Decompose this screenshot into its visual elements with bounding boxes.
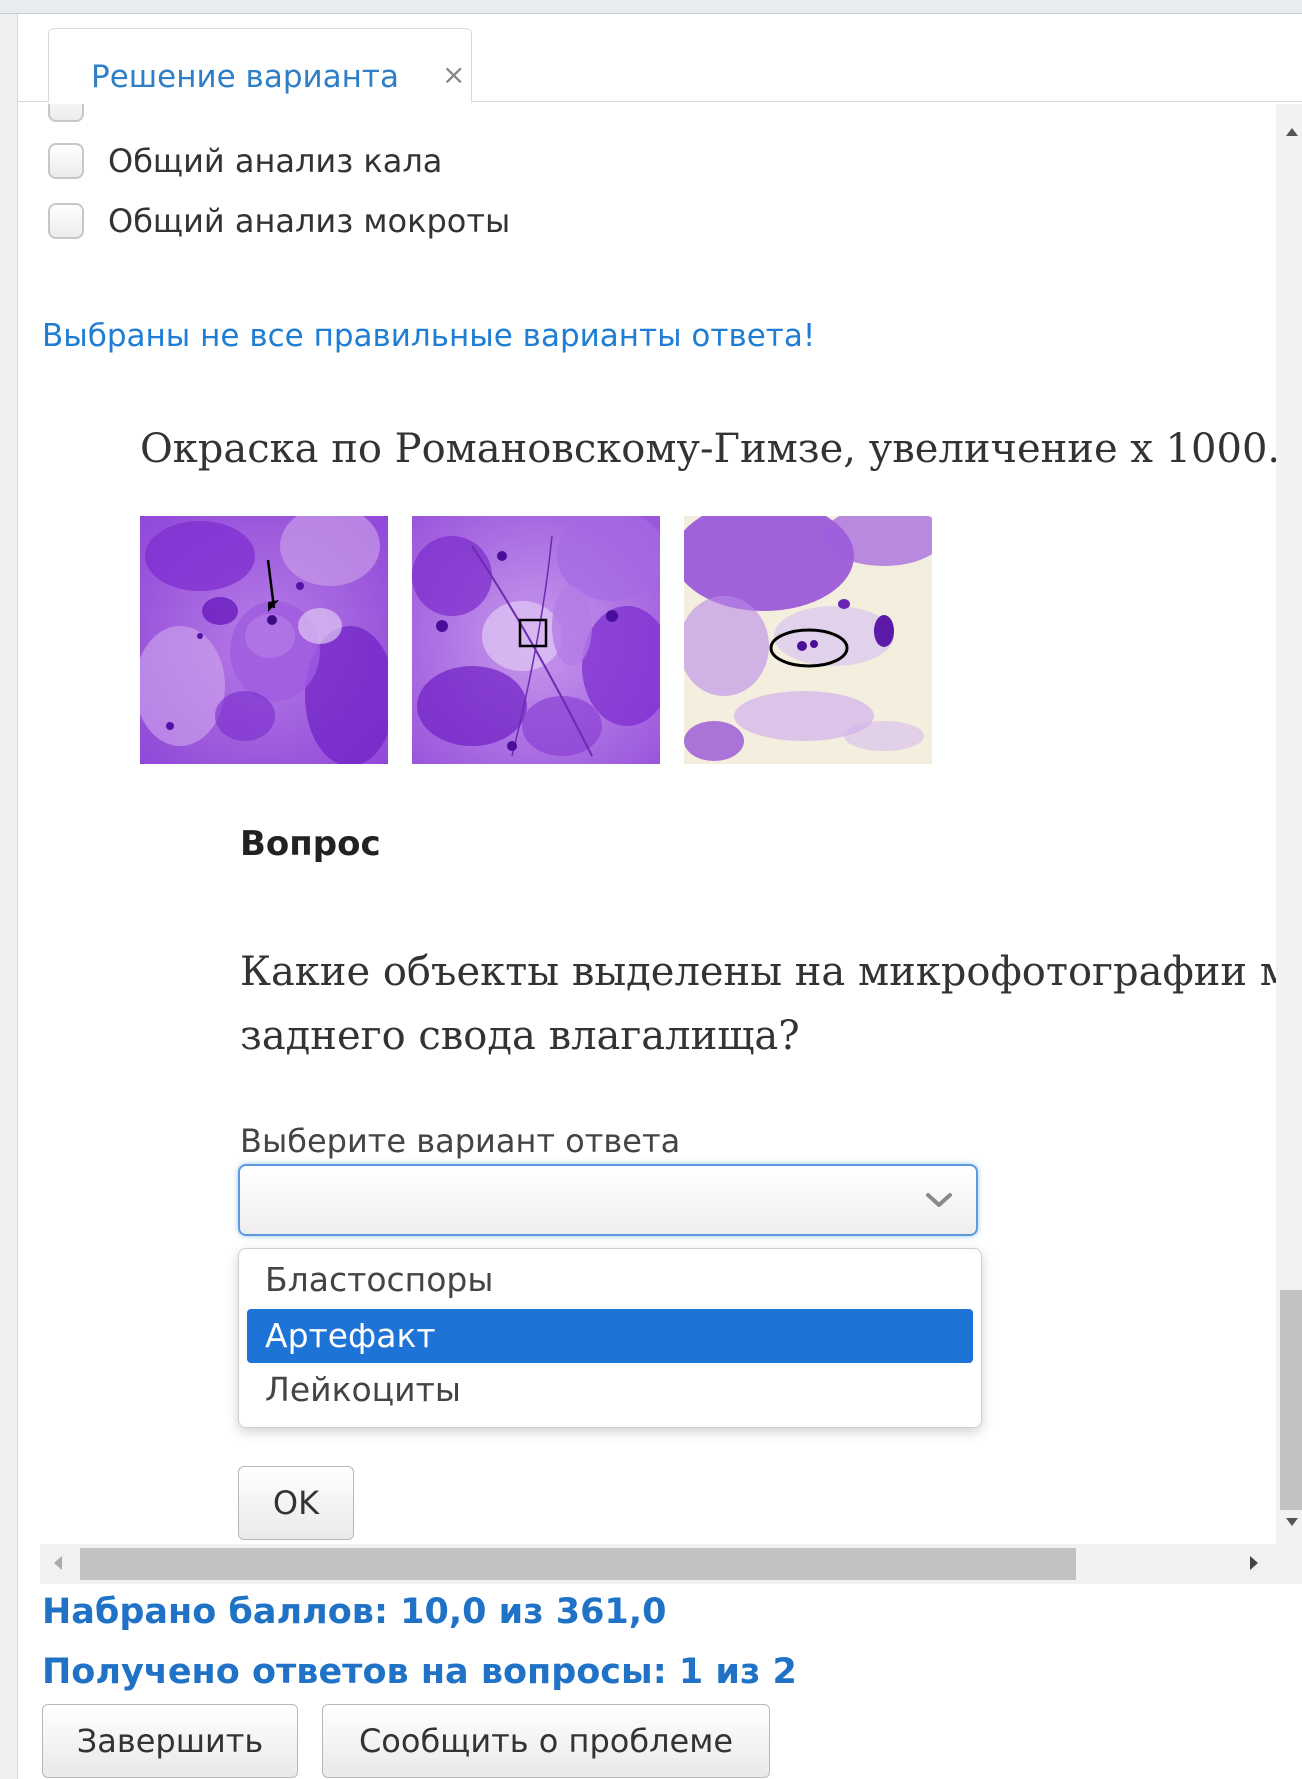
checkbox[interactable] [48,143,84,179]
vertical-scrollbar-thumb[interactable] [1280,1290,1302,1510]
scroll-right-icon[interactable] [1250,1556,1258,1570]
micrograph-image [140,516,388,764]
micrograph-image [684,516,932,764]
checkbox-row-hidden[interactable] [48,104,84,122]
report-problem-button[interactable]: Сообщить о проблеме [322,1704,770,1778]
micrograph-image [412,516,660,764]
warning-message: Выбраны не все правильные варианты ответ… [42,318,816,354]
question-heading: Вопрос [240,824,381,864]
window-top-strip [0,0,1302,14]
checkbox-label: Общий анализ кала [108,142,443,180]
question-text-line: заднего свода влагалища? [240,1013,800,1059]
select-dropdown: Бластоспоры Артефакт Лейкоциты [238,1248,982,1428]
tab-bar: Решение варианта × [18,14,1302,103]
micrograph-3 [684,516,932,764]
window-left-edge [0,14,18,1779]
horizontal-scrollbar-thumb[interactable] [80,1548,1076,1580]
dropdown-option-blastospores[interactable]: Бластоспоры [247,1253,973,1307]
checkbox-row-stool[interactable]: Общий анализ кала [48,142,442,180]
checkbox[interactable] [48,104,84,122]
tab-solve-variant[interactable]: Решение варианта × [48,28,472,103]
chevron-down-icon[interactable] [924,1188,954,1212]
answer-select[interactable] [238,1164,978,1236]
scroll-content: Общий анализ кала Общий анализ мокроты В… [18,104,1302,1544]
scroll-left-icon[interactable] [54,1556,62,1570]
tab-title[interactable]: Решение варианта [91,59,399,95]
question-text: Какие объекты выделены на микрофотографи… [240,940,1302,1068]
select-label: Выберите вариант ответа [240,1122,681,1160]
micrograph-1 [140,516,388,764]
score-points: Набрано баллов: 10,0 из 361,0 [42,1592,667,1632]
dropdown-option-leukocytes[interactable]: Лейкоциты [247,1363,973,1417]
close-icon[interactable]: × [442,58,465,91]
finish-button[interactable]: Завершить [42,1704,298,1778]
checkbox-label: Общий анализ мокроты [108,202,511,240]
ok-button[interactable]: OK [238,1466,354,1540]
question-text-line: Какие объекты выделены на микрофотографи… [240,949,1302,995]
dropdown-option-artifact[interactable]: Артефакт [247,1309,973,1363]
app-window: Решение варианта × Общий анализ кала Общ… [0,0,1302,1779]
checkbox-row-sputum[interactable]: Общий анализ мокроты [48,202,510,240]
score-answers: Получено ответов на вопросы: 1 из 2 [42,1652,797,1692]
image-caption: Окраска по Романовскому-Гимзе, увеличени… [140,426,1281,472]
scroll-down-icon[interactable] [1286,1518,1298,1526]
micrograph-2 [412,516,660,764]
scroll-up-icon[interactable] [1286,128,1298,136]
checkbox[interactable] [48,203,84,239]
